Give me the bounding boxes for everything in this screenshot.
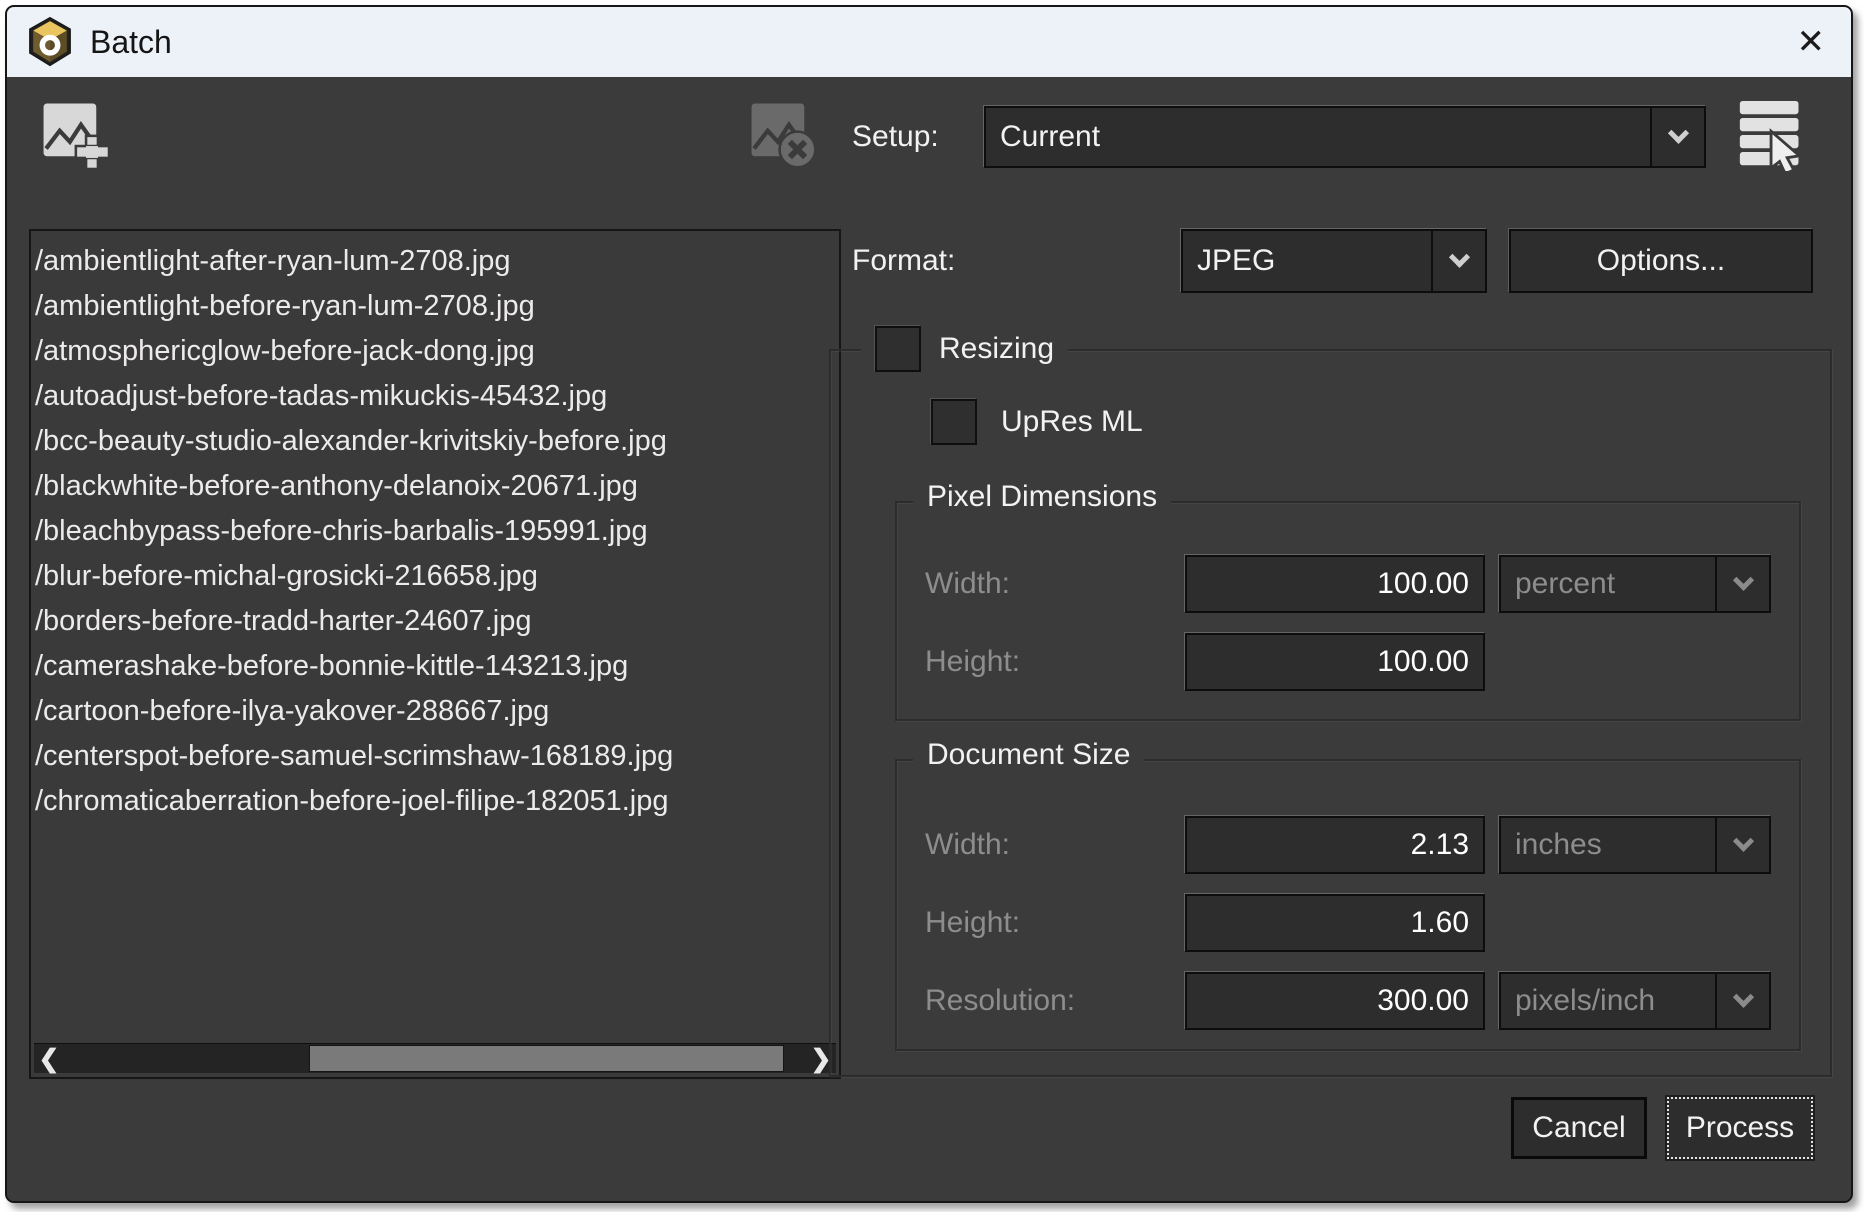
list-item[interactable]: /atmosphericglow-before-jack-dong.jpg — [35, 329, 839, 374]
pd-width-input[interactable] — [1185, 555, 1485, 613]
ds-width-label: Width: — [925, 816, 1010, 874]
list-item[interactable]: /chromaticaberration-before-joel-filipe-… — [35, 779, 839, 824]
ds-resolution-label: Resolution: — [925, 972, 1075, 1030]
pixel-dimensions-label: Pixel Dimensions — [927, 480, 1157, 514]
list-item[interactable]: /ambientlight-before-ryan-lum-2708.jpg — [35, 284, 839, 329]
batch-stack-icon[interactable] — [1737, 99, 1807, 171]
document-size-legend: Document Size — [913, 738, 1144, 772]
remove-image-icon — [749, 101, 817, 169]
pixel-dimensions-legend: Pixel Dimensions — [913, 480, 1171, 514]
ds-width-unit-dropdown[interactable]: inches — [1499, 816, 1771, 874]
resizing-label: Resizing — [939, 332, 1054, 366]
upres-ml-checkbox[interactable] — [931, 399, 977, 445]
titlebar: Batch ✕ — [7, 7, 1851, 77]
file-list-rows: /ambientlight-after-ryan-lum-2708.jpg/am… — [31, 231, 839, 824]
scrollbar-thumb[interactable] — [309, 1045, 784, 1072]
ds-resolution-unit-value: pixels/inch — [1501, 974, 1715, 1028]
pd-width-unit-value: percent — [1501, 557, 1715, 611]
ds-width-unit-value: inches — [1501, 818, 1715, 872]
chevron-down-icon — [1715, 557, 1769, 611]
list-item[interactable]: /bleachbypass-before-chris-barbalis-1959… — [35, 509, 839, 554]
format-dropdown[interactable]: JPEG — [1181, 229, 1487, 293]
setup-dropdown-value: Current — [986, 108, 1650, 166]
list-item[interactable]: /borders-before-tradd-harter-24607.jpg — [35, 599, 839, 644]
resizing-checkbox[interactable] — [875, 326, 921, 372]
add-images-icon[interactable] — [41, 101, 109, 169]
ds-resolution-unit-dropdown[interactable]: pixels/inch — [1499, 972, 1771, 1030]
on1-app-logo-icon — [27, 17, 73, 67]
list-item[interactable]: /blur-before-michal-grosicki-216658.jpg — [35, 554, 839, 599]
resizing-legend: Resizing — [861, 326, 1068, 372]
document-size-label: Document Size — [927, 738, 1130, 772]
process-button[interactable]: Process — [1667, 1097, 1813, 1159]
options-button[interactable]: Options... — [1509, 229, 1813, 293]
chevron-down-icon — [1715, 974, 1769, 1028]
cancel-button[interactable]: Cancel — [1511, 1097, 1647, 1159]
scrollbar-track[interactable] — [64, 1044, 806, 1073]
list-item[interactable]: /cartoon-before-ilya-yakover-288667.jpg — [35, 689, 839, 734]
document-size-group: Document Size Width: inches Height: Reso… — [895, 759, 1801, 1051]
ds-height-input[interactable] — [1185, 894, 1485, 952]
list-item[interactable]: /centerspot-before-samuel-scrimshaw-1681… — [35, 734, 839, 779]
chevron-down-icon — [1715, 818, 1769, 872]
dialog-body: Setup: Current /ambientlight-after-ryan-… — [7, 77, 1851, 1203]
batch-dialog-window: Batch ✕ Setup: Current — [5, 5, 1853, 1203]
list-item[interactable]: /autoadjust-before-tadas-mikuckis-45432.… — [35, 374, 839, 419]
chevron-down-icon — [1431, 231, 1485, 291]
horizontal-scrollbar[interactable]: ❮ ❯ — [34, 1043, 836, 1073]
setup-label: Setup: — [852, 106, 939, 168]
upres-ml-label: UpRes ML — [1001, 399, 1143, 445]
list-item[interactable]: /camerashake-before-bonnie-kittle-143213… — [35, 644, 839, 689]
ds-resolution-input[interactable] — [1185, 972, 1485, 1030]
ds-width-input[interactable] — [1185, 816, 1485, 874]
list-item[interactable]: /ambientlight-after-ryan-lum-2708.jpg — [35, 239, 839, 284]
chevron-down-icon — [1650, 108, 1704, 166]
close-icon[interactable]: ✕ — [1797, 25, 1826, 59]
pixel-dimensions-group: Pixel Dimensions Width: percent Height: — [895, 501, 1801, 721]
setup-dropdown[interactable]: Current — [984, 106, 1706, 168]
ds-height-label: Height: — [925, 894, 1020, 952]
format-dropdown-value: JPEG — [1183, 231, 1431, 291]
window-title: Batch — [90, 24, 1797, 61]
list-item[interactable]: /blackwhite-before-anthony-delanoix-2067… — [35, 464, 839, 509]
resizing-group: Resizing UpRes ML Pixel Dimensions Width… — [829, 349, 1832, 1077]
pd-height-input[interactable] — [1185, 633, 1485, 691]
format-label: Format: — [852, 229, 955, 293]
file-list[interactable]: /ambientlight-after-ryan-lum-2708.jpg/am… — [29, 229, 841, 1079]
scroll-left-icon[interactable]: ❮ — [34, 1044, 64, 1073]
pd-width-label: Width: — [925, 555, 1010, 613]
pd-height-label: Height: — [925, 633, 1020, 691]
list-item[interactable]: /bcc-beauty-studio-alexander-krivitskiy-… — [35, 419, 839, 464]
pd-width-unit-dropdown[interactable]: percent — [1499, 555, 1771, 613]
